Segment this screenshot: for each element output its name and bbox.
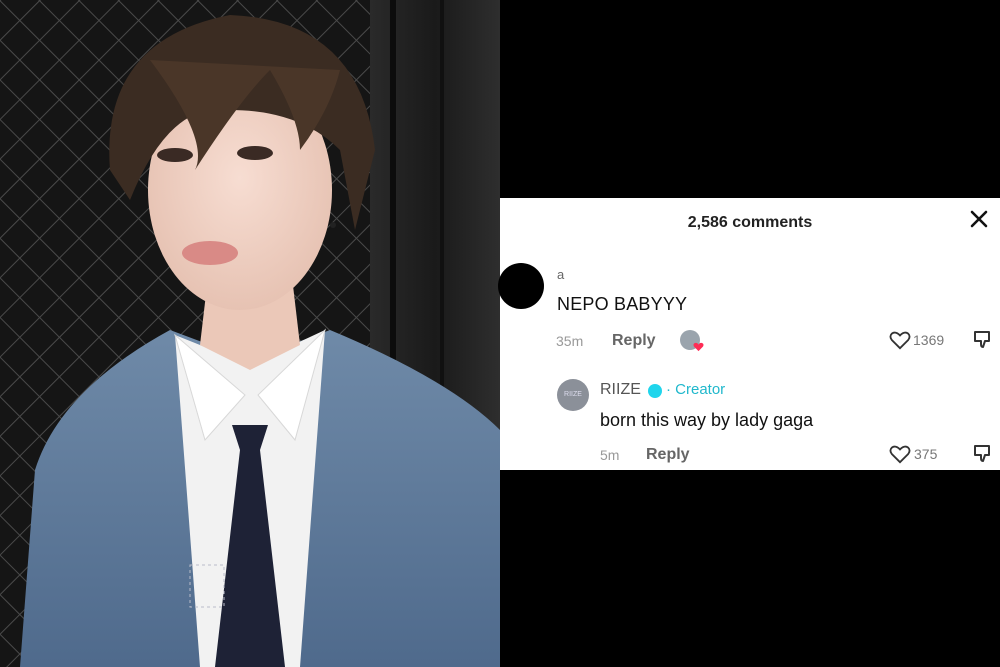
comment-text: born this way by lady gaga (600, 410, 814, 430)
avatar[interactable] (498, 263, 544, 309)
avatar[interactable]: RIIZE (557, 379, 589, 411)
creator-badge: · Creator (666, 381, 726, 398)
like-heart-icon[interactable] (889, 330, 911, 350)
comments-sheet: 2,586 comments a NEPO BABYYY 35m Reply 1… (498, 198, 1000, 470)
right-panel: 2,586 comments a NEPO BABYYY 35m Reply 1… (498, 0, 1000, 667)
comments-count-title: 2,586 comments (687, 214, 813, 231)
comment-username[interactable]: a (557, 267, 564, 282)
like-count: 375 (914, 446, 938, 462)
close-icon[interactable] (968, 208, 990, 230)
like-count: 1369 (913, 332, 945, 348)
comment-text: NEPO BABYYY (557, 294, 688, 314)
comment-timestamp: 5m (600, 447, 620, 463)
comment-timestamp: 35m (556, 333, 584, 349)
dislike-icon[interactable] (972, 442, 994, 464)
dislike-icon[interactable] (972, 328, 994, 350)
profile-photo (0, 0, 500, 667)
verified-badge-icon (648, 384, 662, 398)
reply-button[interactable]: Reply (646, 446, 690, 464)
reply-button[interactable]: Reply (612, 332, 656, 350)
like-heart-icon[interactable] (889, 444, 911, 464)
comment-username[interactable]: RIIZE (600, 381, 641, 399)
heart-icon (693, 342, 704, 352)
